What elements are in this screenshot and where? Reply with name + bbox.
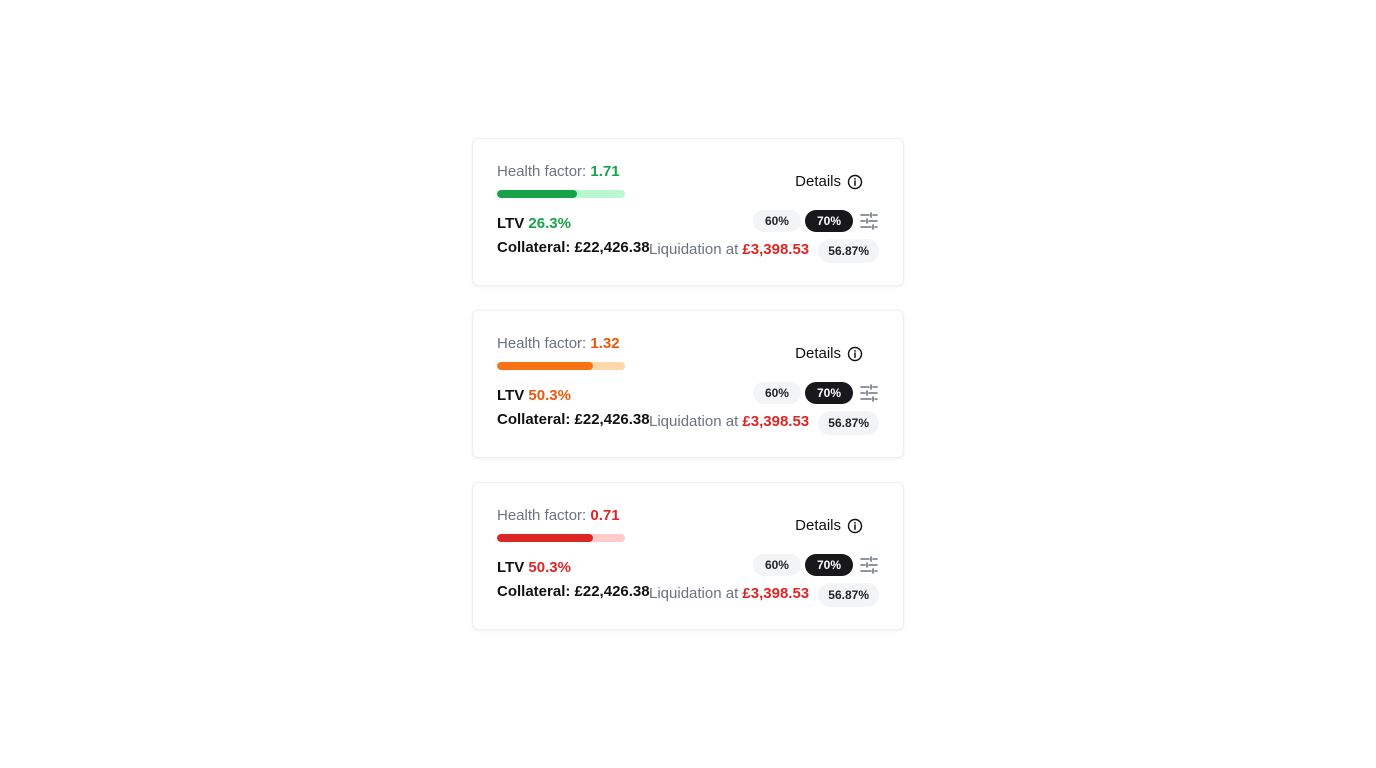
liquidation: Liquidation at £3,398.53 <box>649 241 809 258</box>
details-button[interactable]: Details <box>795 173 863 190</box>
ltv-label: LTV <box>497 559 525 576</box>
health-factor-bar <box>497 190 625 198</box>
health-factor-bar-fill <box>497 362 593 370</box>
details-button[interactable]: Details <box>795 517 863 534</box>
info-circle-icon <box>847 346 863 362</box>
collateral: Collateral: £22,426.38 <box>497 411 650 428</box>
collateral-value: £22,426.38 <box>574 239 650 256</box>
ltv-label: LTV <box>497 387 525 404</box>
health-factor-label: Health factor: <box>497 163 587 180</box>
health-factor: Health factor: 1.32 <box>497 335 620 352</box>
ltv-option-60[interactable]: 60% <box>752 210 801 232</box>
position-card: Health factor: 1.32 Details 60% 70% LTV … <box>472 310 904 458</box>
health-factor-bar-fill <box>497 534 593 542</box>
position-card: Health factor: 0.71 Details 60% 70% LTV … <box>472 482 904 630</box>
position-card-list: Health factor: 1.71 Details 60% 70% LTV … <box>472 138 904 654</box>
ltv-option-70[interactable]: 70% <box>804 554 853 576</box>
ltv-option-70[interactable]: 70% <box>804 210 853 232</box>
sliders-icon[interactable] <box>859 211 879 231</box>
liquidation-pct-badge: 56.87% <box>818 239 879 263</box>
details-label: Details <box>795 517 841 534</box>
sliders-icon[interactable] <box>859 383 879 403</box>
ltv: LTV 26.3% <box>497 215 571 232</box>
liquidation: Liquidation at £3,398.53 <box>649 413 809 430</box>
liquidation-label: Liquidation at <box>649 241 739 258</box>
health-factor-bar <box>497 362 625 370</box>
collateral: Collateral: £22,426.38 <box>497 583 650 600</box>
collateral: Collateral: £22,426.38 <box>497 239 650 256</box>
collateral-value: £22,426.38 <box>574 411 650 428</box>
health-factor-label: Health factor: <box>497 507 587 524</box>
liquidation: Liquidation at £3,398.53 <box>649 585 809 602</box>
liquidation-label: Liquidation at <box>649 413 739 430</box>
health-factor: Health factor: 1.71 <box>497 163 620 180</box>
ltv-value: 26.3% <box>528 215 571 232</box>
health-factor-bar <box>497 534 625 542</box>
collateral-label: Collateral: <box>497 239 571 256</box>
ltv-label: LTV <box>497 215 525 232</box>
details-button[interactable]: Details <box>795 345 863 362</box>
ltv: LTV 50.3% <box>497 559 571 576</box>
health-factor-value: 0.71 <box>590 507 620 524</box>
ltv-option-60[interactable]: 60% <box>752 554 801 576</box>
liquidation-price: £3,398.53 <box>742 241 810 258</box>
info-circle-icon <box>847 174 863 190</box>
ltv-value: 50.3% <box>528 387 571 404</box>
sliders-icon[interactable] <box>859 555 879 575</box>
ltv-option-60[interactable]: 60% <box>752 382 801 404</box>
liquidation-pct-badge: 56.87% <box>818 411 879 435</box>
ltv-target-selector: 60% 70% <box>752 382 879 404</box>
collateral-label: Collateral: <box>497 411 571 428</box>
ltv-target-selector: 60% 70% <box>752 210 879 232</box>
health-factor-value: 1.32 <box>590 335 620 352</box>
ltv-option-70[interactable]: 70% <box>804 382 853 404</box>
liquidation-price: £3,398.53 <box>742 413 810 430</box>
ltv: LTV 50.3% <box>497 387 571 404</box>
health-factor-label: Health factor: <box>497 335 587 352</box>
health-factor: Health factor: 0.71 <box>497 507 620 524</box>
ltv-value: 50.3% <box>528 559 571 576</box>
health-factor-value: 1.71 <box>590 163 620 180</box>
position-card: Health factor: 1.71 Details 60% 70% LTV … <box>472 138 904 286</box>
details-label: Details <box>795 173 841 190</box>
collateral-value: £22,426.38 <box>574 583 650 600</box>
details-label: Details <box>795 345 841 362</box>
liquidation-price: £3,398.53 <box>742 585 810 602</box>
liquidation-pct-badge: 56.87% <box>818 583 879 607</box>
collateral-label: Collateral: <box>497 583 571 600</box>
liquidation-label: Liquidation at <box>649 585 739 602</box>
health-factor-bar-fill <box>497 190 577 198</box>
info-circle-icon <box>847 518 863 534</box>
ltv-target-selector: 60% 70% <box>752 554 879 576</box>
